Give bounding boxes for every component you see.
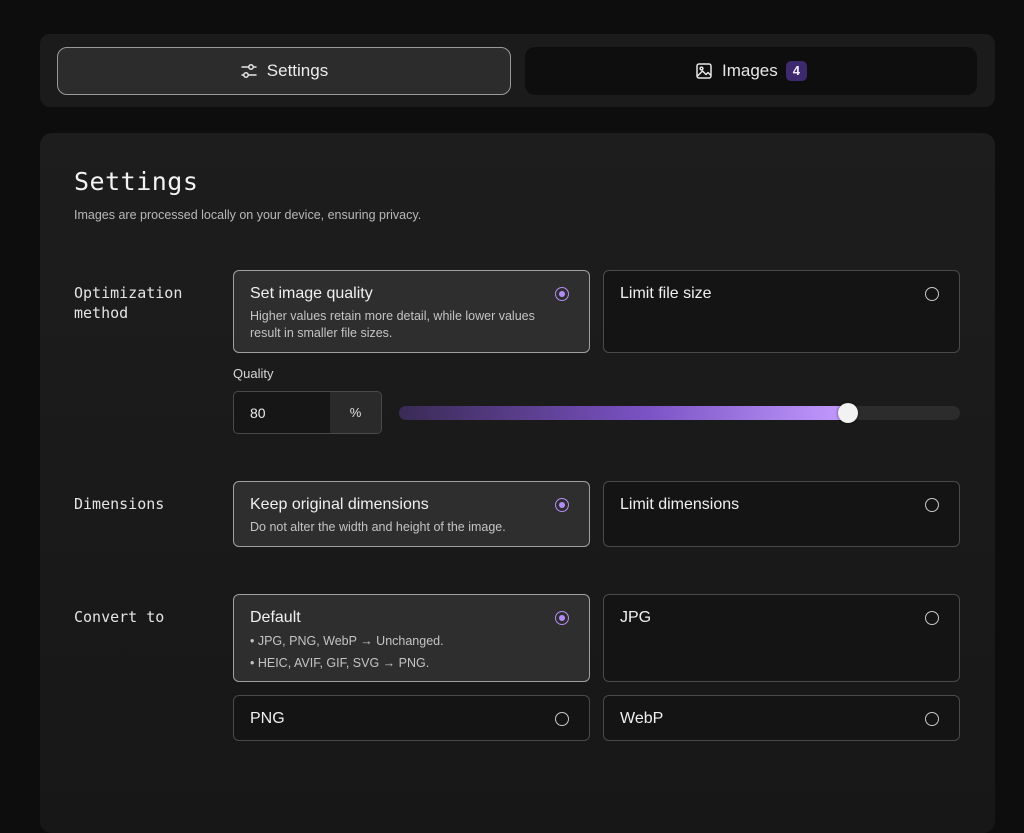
option-title: Default (250, 609, 301, 626)
quality-unit: % (330, 392, 381, 433)
option-convert-png[interactable]: PNG (233, 695, 590, 741)
radio-selected[interactable] (555, 611, 569, 625)
images-count-badge: 4 (785, 61, 807, 81)
quality-slider-fill (399, 406, 848, 420)
option-title: WebP (620, 710, 664, 727)
radio-unselected[interactable] (555, 712, 569, 726)
tab-images-label: Images (722, 61, 778, 80)
option-title: Set image quality (250, 285, 373, 302)
quality-label: Quality (233, 366, 274, 381)
option-description-line: • JPG, PNG, WebP → Unchanged. (250, 634, 444, 648)
option-keep-original-dimensions[interactable]: Keep original dimensions Do not alter th… (233, 481, 590, 547)
page-title: Settings (74, 167, 199, 196)
option-title: Limit file size (620, 285, 712, 302)
tab-settings-label: Settings (266, 61, 329, 80)
radio-selected[interactable] (555, 498, 569, 512)
radio-unselected[interactable] (925, 611, 939, 625)
option-convert-jpg[interactable]: JPG (603, 594, 960, 682)
option-convert-webp[interactable]: WebP (603, 695, 960, 741)
page-subtitle: Images are processed locally on your dev… (74, 208, 422, 222)
option-convert-default[interactable]: Default • JPG, PNG, WebP → Unchanged. • … (233, 594, 590, 682)
quality-input[interactable] (234, 392, 331, 433)
option-title: PNG (250, 710, 285, 727)
option-description-line: • HEIC, AVIF, GIF, SVG → PNG. (250, 656, 430, 670)
option-set-image-quality[interactable]: Set image quality Higher values retain m… (233, 270, 590, 353)
option-limit-dimensions[interactable]: Limit dimensions (603, 481, 960, 547)
settings-panel: Settings Images are processed locally on… (40, 133, 995, 833)
radio-unselected[interactable] (925, 287, 939, 301)
quality-slider[interactable] (399, 403, 960, 423)
option-title: Limit dimensions (620, 496, 740, 513)
radio-selected[interactable] (555, 287, 569, 301)
tab-images[interactable]: Images 4 (525, 47, 977, 95)
quality-field: % (233, 391, 382, 434)
tab-settings[interactable]: Settings (57, 47, 511, 95)
option-title: JPG (620, 609, 652, 626)
radio-unselected[interactable] (925, 498, 939, 512)
optimization-method-label: Optimization method (74, 284, 183, 322)
tab-bar: Settings Images 4 (40, 34, 995, 107)
option-title: Keep original dimensions (250, 496, 429, 513)
sliders-icon (240, 62, 258, 80)
option-limit-file-size[interactable]: Limit file size (603, 270, 960, 353)
option-description: Higher values retain more detail, while … (250, 309, 535, 340)
quality-slider-thumb[interactable] (837, 403, 858, 423)
convert-to-label: Convert to (74, 608, 165, 626)
dimensions-label: Dimensions (74, 495, 165, 513)
radio-unselected[interactable] (925, 712, 939, 726)
image-icon (695, 62, 713, 80)
option-description: Do not alter the width and height of the… (250, 520, 506, 534)
